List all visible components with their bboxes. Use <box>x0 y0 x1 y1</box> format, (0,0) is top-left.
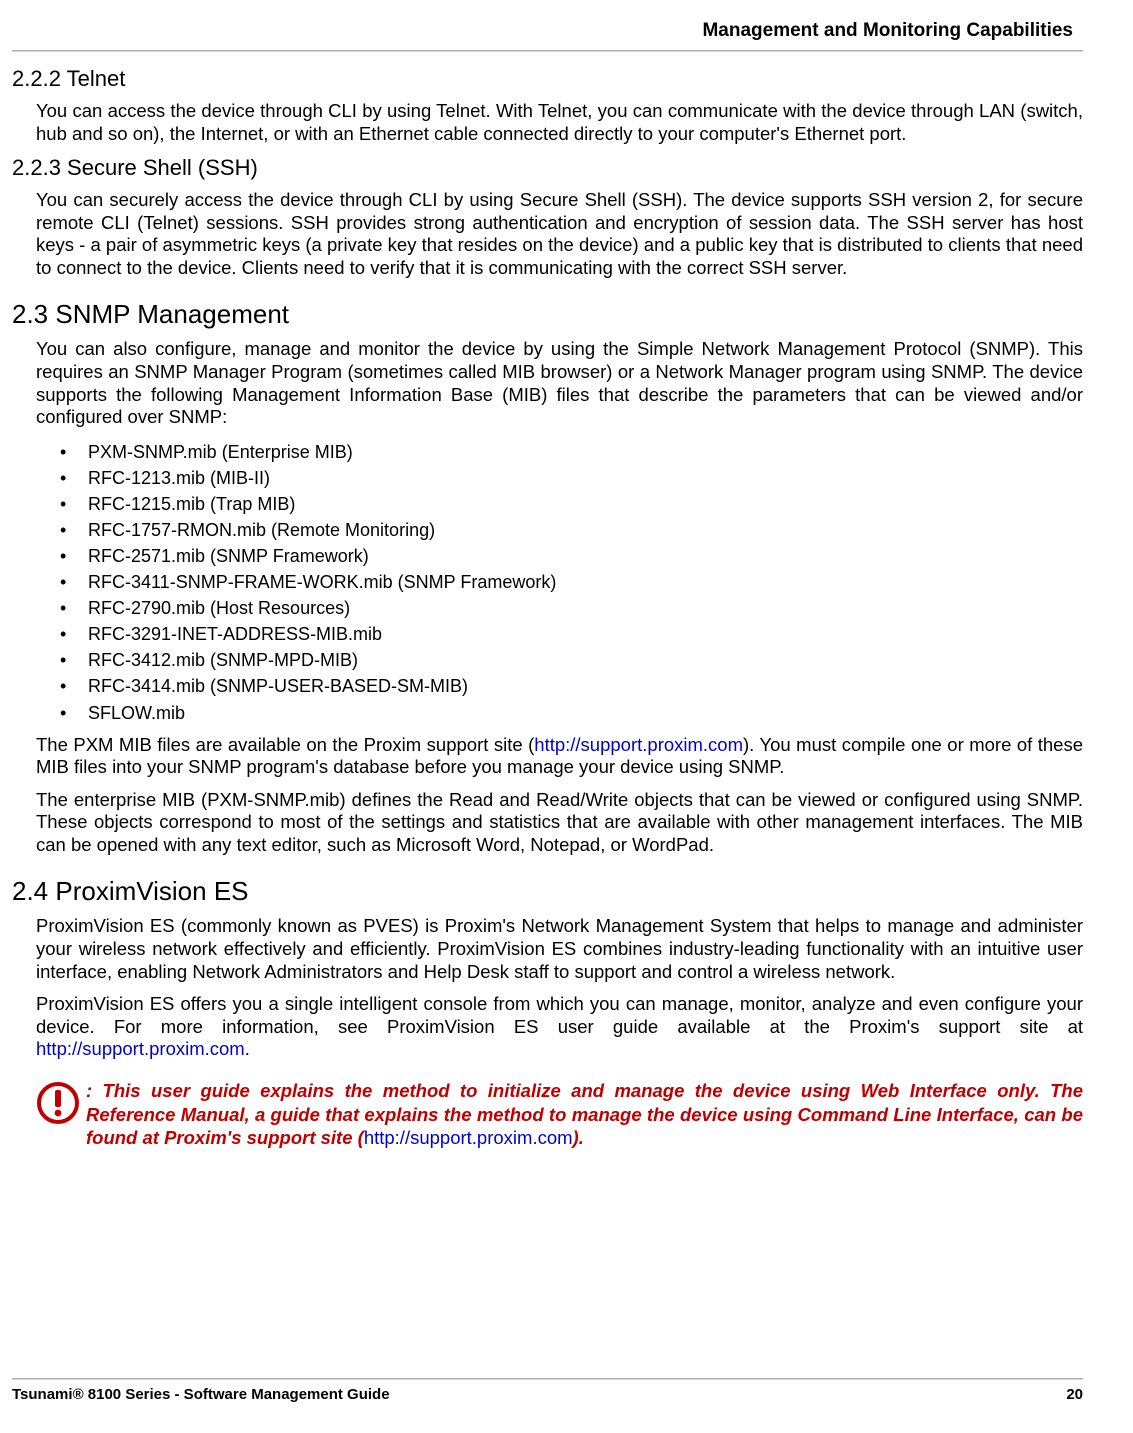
page-footer: Tsunami® 8100 Series - Software Manageme… <box>12 1378 1083 1403</box>
header-divider <box>12 50 1083 52</box>
list-item: SFLOW.mib <box>60 700 1083 726</box>
list-item: PXM-SNMP.mib (Enterprise MIB) <box>60 439 1083 465</box>
page-header-title: Management and Monitoring Capabilities <box>12 20 1083 50</box>
paragraph: You can securely access the device throu… <box>36 189 1083 279</box>
paragraph: You can also configure, manage and monit… <box>36 338 1083 428</box>
important-icon <box>36 1081 80 1125</box>
list-item: RFC-2790.mib (Host Resources) <box>60 595 1083 621</box>
paragraph: The PXM MIB files are available on the P… <box>36 734 1083 779</box>
note-text: : This user guide explains the method to… <box>86 1079 1083 1150</box>
heading-2-4: 2.4 ProximVision ES <box>12 876 1083 907</box>
heading-2-2-3: 2.2.3 Secure Shell (SSH) <box>12 155 1083 181</box>
paragraph: The enterprise MIB (PXM-SNMP.mib) define… <box>36 789 1083 857</box>
list-item: RFC-3411-SNMP-FRAME-WORK.mib (SNMP Frame… <box>60 569 1083 595</box>
list-item: RFC-3412.mib (SNMP-MPD-MIB) <box>60 647 1083 673</box>
heading-2-3: 2.3 SNMP Management <box>12 299 1083 330</box>
footer-page-number: 20 <box>1066 1386 1083 1403</box>
list-item: RFC-3291-INET-ADDRESS-MIB.mib <box>60 621 1083 647</box>
mib-list: PXM-SNMP.mib (Enterprise MIB)RFC-1213.mi… <box>60 439 1083 726</box>
support-link[interactable]: http://support.proxim.com <box>364 1127 573 1148</box>
paragraph: You can access the device through CLI by… <box>36 100 1083 145</box>
list-item: RFC-1213.mib (MIB-II) <box>60 465 1083 491</box>
text-run: : This user guide explains the method to… <box>86 1080 1083 1148</box>
footer-doc-title: Tsunami® 8100 Series - Software Manageme… <box>12 1386 390 1403</box>
list-item: RFC-3414.mib (SNMP-USER-BASED-SM-MIB) <box>60 673 1083 699</box>
text-run: The PXM MIB files are available on the P… <box>36 734 534 755</box>
text-run: . <box>245 1038 250 1059</box>
list-item: RFC-2571.mib (SNMP Framework) <box>60 543 1083 569</box>
paragraph: ProximVision ES (commonly known as PVES)… <box>36 915 1083 983</box>
paragraph: ProximVision ES offers you a single inte… <box>36 993 1083 1061</box>
support-link[interactable]: http://support.proxim.com <box>534 734 743 755</box>
heading-2-2-2: 2.2.2 Telnet <box>12 66 1083 92</box>
list-item: RFC-1757-RMON.mib (Remote Monitoring) <box>60 517 1083 543</box>
support-link[interactable]: http://support.proxim.com <box>36 1038 245 1059</box>
text-run: ProximVision ES offers you a single inte… <box>36 993 1083 1037</box>
important-note: : This user guide explains the method to… <box>36 1079 1083 1150</box>
text-run: ). <box>573 1127 584 1148</box>
list-item: RFC-1215.mib (Trap MIB) <box>60 491 1083 517</box>
footer-divider <box>12 1378 1083 1380</box>
